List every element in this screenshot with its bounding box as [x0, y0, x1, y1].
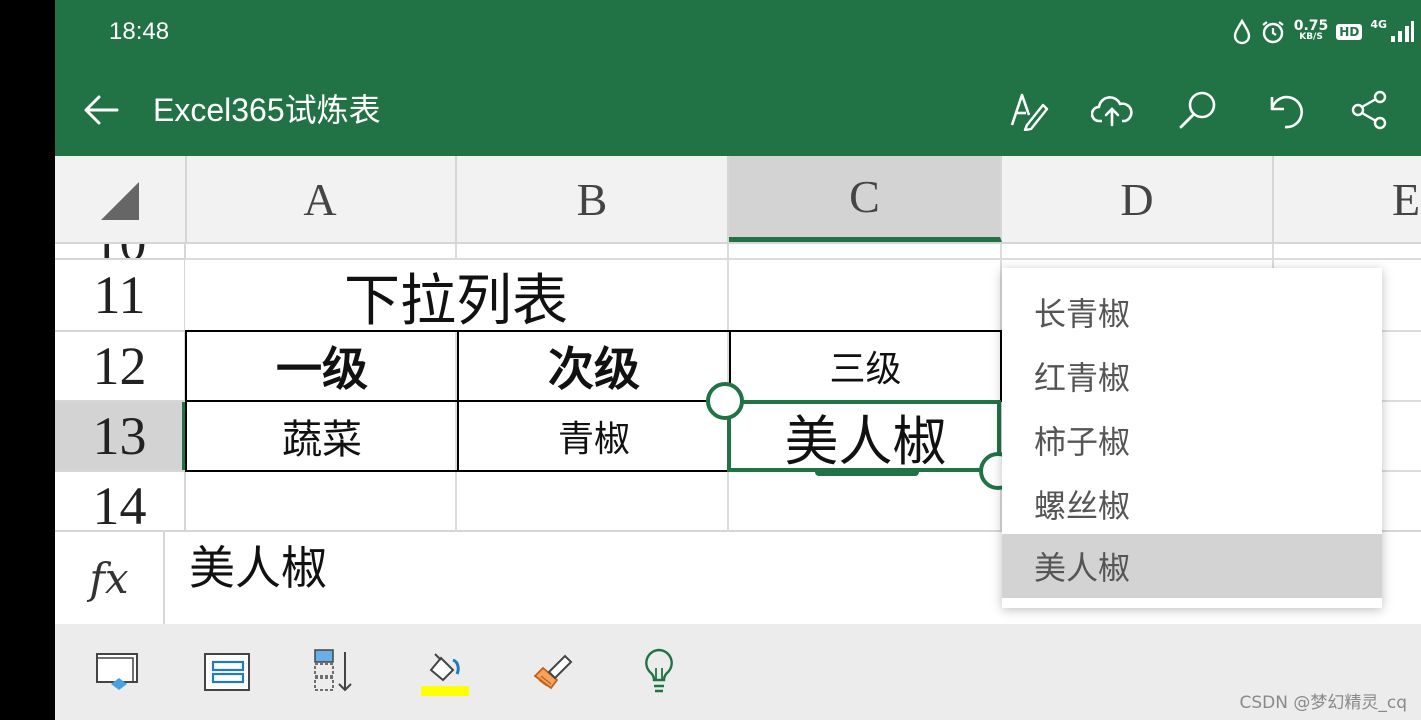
net-speed: 0.75 KB/S [1293, 18, 1329, 43]
dropdown-option[interactable]: 柿子椒 [1002, 408, 1382, 472]
draw-pen-icon[interactable] [1007, 89, 1049, 131]
document-title: Excel365试炼表 [153, 92, 381, 128]
signal-icon [1391, 21, 1414, 42]
dropdown-option[interactable]: 长青椒 [1002, 280, 1382, 344]
row-header-10-label: 10 [93, 244, 147, 258]
row-header-14[interactable]: 14 [55, 472, 186, 532]
cell-a12[interactable]: 一级 [185, 330, 459, 402]
column-header-b[interactable]: B [457, 156, 729, 242]
search-icon[interactable] [1177, 89, 1219, 131]
fill-color-swatch [421, 686, 469, 696]
cell-a13[interactable]: 蔬菜 [185, 400, 459, 472]
tell-me-bulb-icon[interactable] [633, 646, 685, 698]
dropdown-option[interactable]: 红青椒 [1002, 344, 1382, 408]
row-header-14-label: 14 [92, 476, 147, 532]
selection-handle-top-left[interactable] [706, 382, 744, 420]
network-type: 4G [1370, 18, 1387, 31]
cell-a11-merged-title[interactable]: 下拉列表 [185, 260, 727, 334]
formula-input[interactable]: 美人椒 [189, 538, 327, 598]
bottom-toolbar: CSDN @梦幻精灵_cq [55, 624, 1421, 720]
cell-c11[interactable] [729, 260, 1000, 330]
watermark: CSDN @梦幻精灵_cq [1239, 693, 1407, 713]
cell-c12[interactable]: 三级 [729, 330, 1002, 402]
drop-icon [1233, 19, 1250, 45]
column-header-row: A B C D E [55, 156, 1421, 244]
net-speed-unit: KB/S [1299, 32, 1323, 42]
row-header-10[interactable]: 10 [55, 244, 186, 260]
row-header-11[interactable]: 11 [55, 260, 186, 332]
cell-b13[interactable]: 青椒 [457, 400, 731, 472]
hd-badge: HD [1336, 24, 1363, 40]
column-header-a[interactable]: A [185, 156, 457, 242]
alarm-clock-icon [1262, 21, 1284, 44]
column-header-c[interactable]: C [729, 156, 1002, 242]
share-icon[interactable] [1349, 89, 1391, 131]
insert-rows-icon[interactable] [201, 646, 253, 698]
text-cursor-underline [815, 468, 919, 476]
row-header-12[interactable]: 12 [55, 332, 186, 402]
column-header-d[interactable]: D [1002, 156, 1274, 242]
cloud-upload-icon[interactable] [1091, 89, 1133, 131]
dropdown-option-selected[interactable]: 美人椒 [1002, 534, 1382, 598]
status-bar: 18:48 0.75 KB/S HD 4G [55, 0, 1421, 64]
back-arrow-icon[interactable] [81, 90, 121, 130]
select-all-triangle-icon [101, 182, 139, 220]
undo-icon[interactable] [1263, 89, 1305, 131]
status-icons: 0.75 KB/S HD 4G [1232, 14, 1415, 50]
cell-c13-active[interactable]: 美人椒 [729, 400, 1002, 473]
row-header-13[interactable]: 13 [55, 402, 186, 472]
net-speed-value: 0.75 [1293, 18, 1329, 34]
select-all-button[interactable] [55, 156, 187, 242]
dropdown-option[interactable]: 螺丝椒 [1002, 472, 1382, 536]
app-bar: Excel365试炼表 [55, 64, 1421, 156]
sort-icon[interactable] [309, 646, 361, 698]
status-time: 18:48 [109, 18, 170, 45]
fill-color-icon[interactable] [417, 646, 469, 698]
column-header-e[interactable]: E [1274, 156, 1421, 242]
data-validation-dropdown: 长青椒 红青椒 柿子椒 螺丝椒 美人椒 [1002, 268, 1382, 608]
cell-b12[interactable]: 次级 [457, 330, 731, 402]
excel-app: 18:48 0.75 KB/S HD 4G Excel365试炼表 A B C … [55, 0, 1421, 720]
fx-label: fx [55, 532, 165, 624]
freeze-panes-icon[interactable] [93, 646, 145, 698]
format-painter-icon[interactable] [527, 646, 579, 698]
